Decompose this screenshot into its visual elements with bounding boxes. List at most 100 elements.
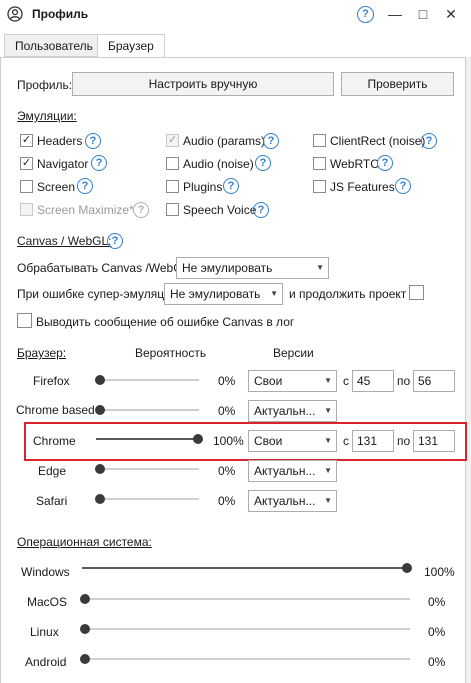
firefox-label: Firefox [33, 374, 70, 388]
android-slider-thumb[interactable] [80, 654, 90, 664]
firefox-version-to[interactable]: 56 [413, 370, 455, 392]
check-button[interactable]: Проверить [341, 72, 454, 96]
macos-label: MacOS [27, 595, 68, 609]
chevron-down-icon: ▼ [316, 263, 324, 272]
js-features-checkbox[interactable] [313, 180, 326, 193]
title-bar: Профиль ? — □ ✕ [0, 0, 471, 30]
clientrect-noise-help-icon[interactable]: ? [421, 133, 437, 149]
navigator-label: Navigator [37, 157, 89, 171]
tab-browser[interactable]: Браузер [97, 34, 165, 58]
maximize-button[interactable]: □ [413, 4, 433, 24]
screen-checkbox[interactable] [20, 180, 33, 193]
audio-params-checkbox[interactable]: ✓ [166, 134, 179, 147]
chrome-version-mode: Свои [254, 434, 283, 448]
screen-maximize-checkbox [20, 203, 33, 216]
window-help-icon[interactable]: ? [357, 6, 374, 23]
webrtc-checkbox[interactable] [313, 157, 326, 170]
android-probability-value: 0% [428, 655, 446, 669]
tab-user[interactable]: Пользователь [4, 34, 104, 57]
chrome-slider-fill [96, 438, 198, 440]
chrome-based-slider-thumb[interactable] [95, 405, 105, 415]
scrollbar[interactable] [466, 57, 471, 683]
android-probability-slider[interactable] [85, 658, 410, 660]
safari-version-select[interactable]: Актуальн... ▼ [248, 490, 337, 512]
firefox-from-label: с [343, 374, 349, 388]
audio-params-help-icon[interactable]: ? [263, 133, 279, 149]
chrome-based-probability-value: 0% [218, 404, 236, 418]
plugins-help-icon[interactable]: ? [223, 178, 239, 194]
chevron-down-icon: ▼ [270, 289, 278, 298]
safari-slider-thumb[interactable] [95, 494, 105, 504]
chrome-version-select[interactable]: Свои ▼ [248, 430, 337, 452]
chevron-down-icon: ▼ [324, 406, 332, 415]
chrome-label: Chrome [33, 434, 76, 448]
canvas-process-select[interactable]: Не эмулировать ▼ [176, 257, 329, 279]
canvas-error-select[interactable]: Не эмулировать ▼ [164, 283, 283, 305]
chevron-down-icon: ▼ [324, 436, 332, 445]
close-button[interactable]: ✕ [441, 4, 461, 24]
edge-probability-value: 0% [218, 464, 236, 478]
canvas-log-label: Выводить сообщение об ошибке Canvas в ло… [36, 315, 295, 329]
canvas-error-value: Не эмулировать [170, 287, 261, 301]
js-features-help-icon[interactable]: ? [395, 178, 411, 194]
audio-noise-help-icon[interactable]: ? [255, 155, 271, 171]
audio-params-label: Audio (params) [183, 134, 266, 148]
firefox-version-mode: Свои [254, 374, 283, 388]
window-title: Профиль [32, 7, 89, 21]
headers-checkbox[interactable]: ✓ [20, 134, 33, 147]
macos-probability-slider[interactable] [85, 598, 410, 600]
speech-voice-help-icon[interactable]: ? [253, 202, 269, 218]
navigator-help-icon[interactable]: ? [91, 155, 107, 171]
windows-slider-fill [82, 567, 407, 569]
linux-slider-thumb[interactable] [80, 624, 90, 634]
macos-slider-thumb[interactable] [80, 594, 90, 604]
firefox-version-from[interactable]: 45 [352, 370, 394, 392]
safari-version-mode: Актуальн... [254, 494, 316, 508]
firefox-slider-thumb[interactable] [95, 375, 105, 385]
audio-noise-label: Audio (noise) [183, 157, 254, 171]
screen-label: Screen [37, 180, 76, 194]
headers-label: Headers [37, 134, 83, 148]
chrome-version-from[interactable]: 131 [352, 430, 394, 452]
firefox-version-select[interactable]: Свои ▼ [248, 370, 337, 392]
safari-probability-value: 0% [218, 494, 236, 508]
windows-slider-thumb[interactable] [402, 563, 412, 573]
chrome-version-to[interactable]: 131 [413, 430, 455, 452]
edge-version-select[interactable]: Актуальн... ▼ [248, 460, 337, 482]
safari-probability-slider[interactable] [99, 498, 199, 500]
chrome-based-label: Chrome based [16, 403, 95, 417]
navigator-checkbox[interactable]: ✓ [20, 157, 33, 170]
canvas-help-icon[interactable]: ? [107, 233, 123, 249]
canvas-error-label: При ошибке супер-эмуляции [17, 287, 178, 301]
canvas-log-checkbox[interactable] [17, 313, 32, 328]
plugins-label: Plugins [183, 180, 223, 194]
browser-heading: Браузер: [17, 346, 67, 360]
speech-voice-checkbox[interactable] [166, 203, 179, 216]
edge-probability-slider[interactable] [99, 468, 199, 470]
versions-column-header: Версии [273, 346, 314, 360]
edge-slider-thumb[interactable] [95, 464, 105, 474]
windows-probability-value: 100% [424, 565, 455, 579]
linux-probability-slider[interactable] [85, 628, 410, 630]
firefox-to-label: по [397, 374, 411, 388]
chrome-based-probability-slider[interactable] [99, 409, 199, 411]
chrome-based-version-mode: Актуальн... [254, 404, 316, 418]
browser-tab-panel [0, 57, 466, 683]
audio-noise-checkbox[interactable] [166, 157, 179, 170]
firefox-probability-slider[interactable] [99, 379, 199, 381]
chrome-slider-thumb[interactable] [193, 434, 203, 444]
canvas-continue-checkbox[interactable] [409, 285, 424, 300]
macos-probability-value: 0% [428, 595, 446, 609]
plugins-checkbox[interactable] [166, 180, 179, 193]
screen-help-icon[interactable]: ? [77, 178, 93, 194]
minimize-button[interactable]: — [385, 4, 405, 24]
profile-select[interactable]: Настроить вручную [72, 72, 334, 96]
headers-help-icon[interactable]: ? [85, 133, 101, 149]
edge-version-mode: Актуальн... [254, 464, 316, 478]
speech-voice-label: Speech Voice [183, 203, 257, 217]
probability-column-header: Вероятность [135, 346, 207, 360]
clientrect-noise-checkbox[interactable] [313, 134, 326, 147]
linux-label: Linux [30, 625, 59, 639]
webrtc-help-icon[interactable]: ? [377, 155, 393, 171]
chrome-based-version-select[interactable]: Актуальн... ▼ [248, 400, 337, 422]
